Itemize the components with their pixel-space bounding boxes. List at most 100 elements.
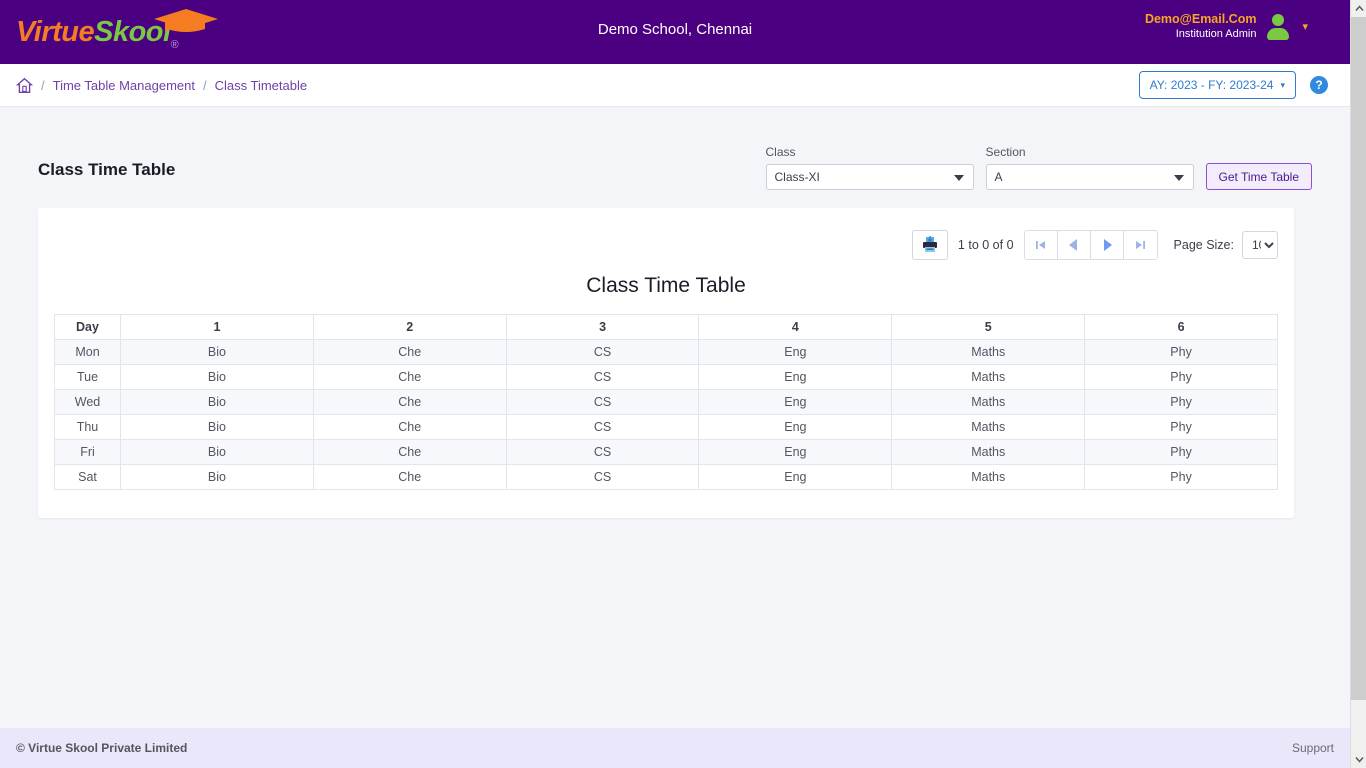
chevron-down-icon	[1354, 757, 1364, 763]
table-row: Fri Bio Che CS Eng Maths Phy	[54, 439, 1278, 465]
timetable-period-cell: Eng	[698, 389, 893, 415]
page-footer: © Virtue Skool Private Limited Support	[0, 728, 1350, 768]
chevron-down-icon: ▾	[1280, 79, 1285, 90]
timetable-period-cell: Eng	[698, 464, 893, 490]
timetable-period-cell: Bio	[120, 439, 314, 465]
next-page-icon	[1103, 239, 1112, 251]
breadcrumb-separator-1: /	[41, 77, 45, 93]
table-row: Tue Bio Che CS Eng Maths Phy	[54, 364, 1278, 390]
timetable-period-cell: Maths	[891, 439, 1086, 465]
timetable-period-cell: CS	[505, 414, 700, 440]
vertical-scrollbar[interactable]	[1350, 0, 1366, 768]
class-field: Class Class-XI	[765, 145, 974, 190]
timetable-period-cell: Che	[312, 339, 507, 365]
timetable-period-cell: Phy	[1084, 464, 1278, 490]
user-role: Institution Admin	[1175, 27, 1257, 40]
timetable-period-cell: Bio	[120, 464, 314, 490]
timetable-col-header: 1	[120, 314, 314, 340]
page-container: VirtueSkool® Demo School, Chennai Demo@E…	[0, 0, 1350, 768]
last-page-button[interactable]	[1123, 231, 1157, 259]
timetable-col-header: 3	[505, 314, 700, 340]
section-field-label: Section	[985, 145, 1026, 159]
pagination-controls	[1023, 230, 1158, 260]
page-size-select[interactable]: 10	[1242, 231, 1278, 259]
breadcrumb-bar: / Time Table Management / Class Timetabl…	[0, 64, 1350, 107]
user-avatar-icon[interactable]	[1266, 13, 1290, 40]
user-meta: Demo@Email.Com Institution Admin	[1145, 12, 1257, 41]
timetable-period-cell: Eng	[698, 364, 893, 390]
timetable-period-cell: Phy	[1084, 414, 1278, 440]
timetable-period-cell: Che	[312, 414, 507, 440]
timetable-period-cell: Phy	[1084, 339, 1278, 365]
class-timetable: Day 1 2 3 4 5 6 Mon Bio Che CS Eng Maths Phy Tue Bio Ch…	[54, 314, 1278, 490]
previous-page-icon	[1068, 239, 1077, 251]
class-field-label: Class	[765, 145, 796, 159]
timetable-day-cell: Tue	[54, 364, 121, 390]
breadcrumb: / Time Table Management / Class Timetabl…	[16, 77, 307, 94]
timetable-period-cell: Bio	[120, 389, 314, 415]
academic-year-label: AY: 2023 - FY: 2023-24	[1149, 78, 1274, 92]
timetable-period-cell: Phy	[1084, 439, 1278, 465]
timetable-period-cell: Maths	[891, 339, 1086, 365]
timetable-period-cell: Che	[312, 364, 507, 390]
get-time-table-button[interactable]: Get Time Table	[1205, 163, 1312, 190]
table-row: Wed Bio Che CS Eng Maths Phy	[54, 389, 1278, 415]
timetable-period-cell: Eng	[698, 339, 893, 365]
table-row: Sat Bio Che CS Eng Maths Phy	[54, 464, 1278, 490]
timetable-period-cell: Maths	[891, 414, 1086, 440]
help-icon[interactable]: ?	[1310, 76, 1328, 94]
timetable-caption: Class Time Table	[586, 274, 746, 297]
timetable-period-cell: CS	[505, 339, 700, 365]
timetable-period-cell: Che	[312, 464, 507, 490]
timetable-col-header: 6	[1084, 314, 1278, 340]
print-button[interactable]	[911, 230, 948, 260]
timetable-day-cell: Thu	[54, 414, 121, 440]
scroll-up-button[interactable]	[1351, 0, 1366, 17]
timetable-head: Day 1 2 3 4 5 6	[54, 314, 1278, 340]
caret-down-icon	[1173, 175, 1184, 181]
timetable-period-cell: Maths	[891, 464, 1086, 490]
page-header-row: Class Time Table Class Class-XI Section …	[0, 107, 1350, 190]
timetable-period-cell: Che	[312, 439, 507, 465]
chevron-up-icon	[1354, 5, 1364, 11]
avatar-head	[1272, 13, 1285, 26]
timetable-period-cell: Phy	[1084, 389, 1278, 415]
home-icon[interactable]	[16, 77, 33, 94]
timetable-col-header: 2	[312, 314, 507, 340]
first-page-button[interactable]	[1024, 231, 1058, 259]
timetable-day-cell: Mon	[54, 339, 121, 365]
footer-support-link[interactable]: Support	[1292, 741, 1334, 755]
class-select-value: Class-XI	[774, 170, 820, 184]
timetable-period-cell: Bio	[120, 339, 314, 365]
next-page-button[interactable]	[1090, 231, 1124, 259]
timetable-header-row: Day 1 2 3 4 5 6	[54, 314, 1278, 340]
timetable-day-cell: Sat	[54, 464, 121, 490]
breadcrumb-current-class-timetable[interactable]: Class Timetable	[215, 78, 307, 93]
section-select[interactable]: A	[985, 164, 1194, 190]
timetable-period-cell: Maths	[891, 389, 1086, 415]
timetable-day-cell: Wed	[54, 389, 121, 415]
page-size-label: Page Size:	[1173, 238, 1234, 252]
breadcrumb-link-time-table-management[interactable]: Time Table Management	[53, 78, 195, 93]
class-select[interactable]: Class-XI	[765, 164, 974, 190]
timetable-body: Mon Bio Che CS Eng Maths Phy Tue Bio Che CS Eng Math…	[54, 339, 1278, 490]
user-menu[interactable]: Demo@Email.Com Institution Admin ▾	[1145, 12, 1308, 41]
table-row: Thu Bio Che CS Eng Maths Phy	[54, 414, 1278, 440]
avatar-body	[1267, 27, 1290, 40]
caret-down-icon	[953, 175, 964, 181]
timetable-period-cell: Phy	[1084, 364, 1278, 390]
page-title: Class Time Table	[38, 160, 176, 179]
scrollbar-thumb[interactable]	[1351, 17, 1366, 700]
table-row: Mon Bio Che CS Eng Maths Phy	[54, 339, 1278, 365]
scroll-down-button[interactable]	[1351, 751, 1366, 768]
timetable-period-cell: Maths	[891, 364, 1086, 390]
chevron-down-icon[interactable]: ▾	[1302, 20, 1308, 33]
academic-year-selector[interactable]: AY: 2023 - FY: 2023-24 ▾	[1138, 71, 1296, 99]
timetable-col-header: 4	[698, 314, 893, 340]
logo-registered-mark: ®	[170, 38, 179, 51]
printer-icon	[922, 236, 937, 252]
previous-page-button[interactable]	[1057, 231, 1091, 259]
timetable-period-cell: Bio	[120, 414, 314, 440]
grid-toolbar: 1 to 0 of 0 Page Size: 10	[54, 230, 1278, 260]
timetable-period-cell: CS	[505, 439, 700, 465]
